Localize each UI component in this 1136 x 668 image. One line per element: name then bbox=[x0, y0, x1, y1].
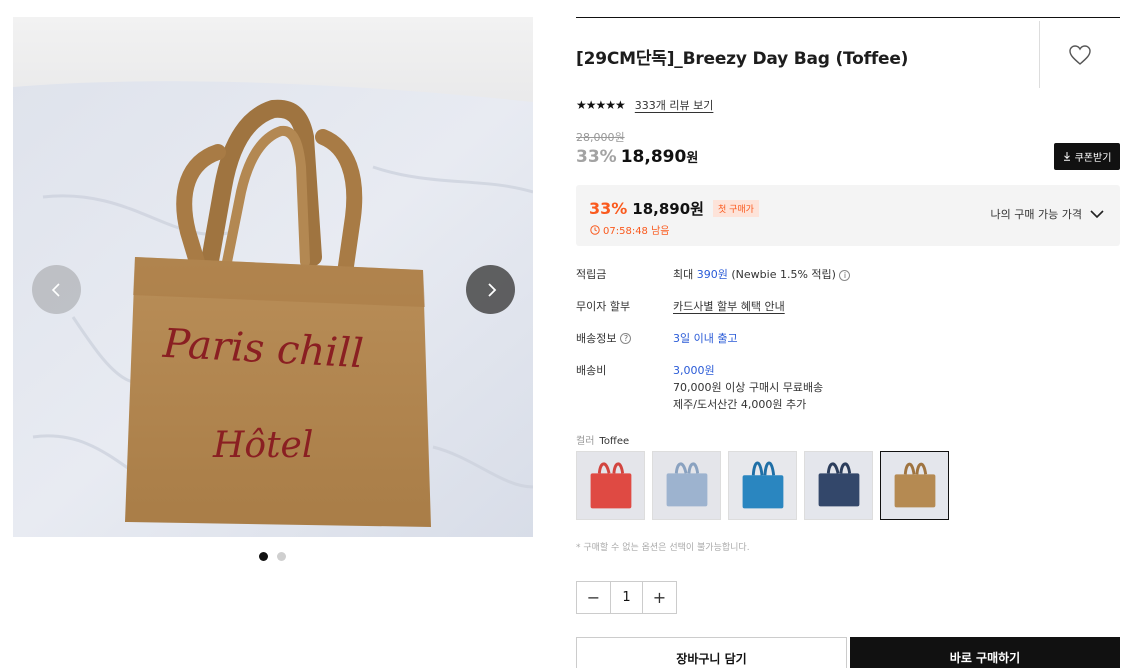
heart-icon bbox=[1069, 44, 1091, 65]
island-shipping-note: 제주/도서산간 4,000원 추가 bbox=[673, 398, 807, 411]
points-label: 적립금 bbox=[576, 268, 607, 281]
shipping-fee-label: 배송비 bbox=[576, 364, 607, 377]
chevron-left-icon bbox=[51, 282, 60, 297]
points-suffix: (Newbie 1.5% 적립) bbox=[727, 268, 836, 281]
shipping-info-label: 배송정보 bbox=[576, 332, 617, 345]
pagination-dot-1[interactable] bbox=[259, 552, 268, 561]
installment-link[interactable]: 카드사별 할부 혜택 안내 bbox=[673, 298, 785, 315]
prev-image-button[interactable] bbox=[32, 265, 81, 314]
pagination-dot-2[interactable] bbox=[277, 552, 286, 561]
color-swatch-toffee[interactable] bbox=[880, 451, 949, 520]
points-prefix: 최대 bbox=[673, 268, 697, 281]
product-title: [29CM단독]_Breezy Day Bag (Toffee) bbox=[576, 49, 909, 69]
first-purchase-value: 18,890원 bbox=[632, 200, 704, 218]
quantity-plus-button[interactable]: + bbox=[643, 582, 676, 613]
coupon-button[interactable]: 쿠폰받기 bbox=[1054, 143, 1120, 170]
star-rating: ★★★★★ bbox=[576, 98, 626, 112]
info-icon[interactable]: i bbox=[839, 270, 851, 281]
first-purchase-discount: 33% bbox=[589, 199, 628, 218]
color-swatch-navy[interactable] bbox=[804, 451, 873, 520]
quantity-value[interactable]: 1 bbox=[610, 582, 643, 613]
svg-text:Hôtel: Hôtel bbox=[212, 425, 313, 466]
add-to-cart-button[interactable]: 장바구니 담기 bbox=[576, 637, 847, 668]
first-purchase-tag: 첫 구매가 bbox=[712, 200, 759, 217]
chevron-down-icon bbox=[1090, 209, 1104, 218]
product-image-gallery: Paris chill Hôtel bbox=[13, 17, 533, 537]
countdown-timer: 07:58:48 남음 bbox=[590, 222, 670, 237]
review-link[interactable]: 333개 리뷰 보기 bbox=[635, 97, 714, 113]
color-swatches bbox=[576, 451, 949, 520]
rating: ★★★★★ 333개 리뷰 보기 bbox=[576, 97, 713, 113]
gallery-pagination bbox=[259, 552, 286, 561]
quantity-minus-button[interactable]: − bbox=[577, 582, 610, 613]
points-value: 최대 390원 (Newbie 1.5% 적립) i bbox=[673, 266, 851, 283]
buy-now-button[interactable]: 바로 구매하기 bbox=[850, 637, 1120, 668]
product-photo: Paris chill Hôtel bbox=[13, 17, 533, 537]
color-swatch-light-blue[interactable] bbox=[652, 451, 721, 520]
clock-icon bbox=[590, 224, 600, 235]
my-price-toggle[interactable]: 나의 구매 가능 가격 bbox=[991, 206, 1104, 222]
product-info: [29CM단독]_Breezy Day Bag (Toffee) ★★★★★ 3… bbox=[576, 17, 1120, 668]
quantity-stepper: − 1 + bbox=[576, 581, 677, 614]
color-option-label: 컬러 Toffee bbox=[576, 432, 629, 447]
currency-unit: 원 bbox=[686, 151, 699, 166]
chevron-right-icon bbox=[487, 282, 496, 297]
first-purchase-box: 33% 18,890원 첫 구매가 07:58:48 남음 나의 구매 가능 가… bbox=[576, 185, 1120, 246]
original-price: 28,000원 bbox=[576, 131, 625, 144]
first-purchase-price: 33% 18,890원 첫 구매가 bbox=[589, 198, 759, 219]
like-button[interactable] bbox=[1039, 21, 1120, 88]
shipping-info-value: 3일 이내 출고 bbox=[673, 332, 738, 345]
price-row: 33% 18,890원 bbox=[576, 147, 698, 167]
shipping-fee-value: 3,000원 bbox=[673, 364, 715, 377]
option-notice: * 구매할 수 없는 옵션은 선택이 불가능합니다. bbox=[576, 543, 750, 553]
color-label: 컬러 bbox=[576, 436, 595, 447]
selected-color: Toffee bbox=[599, 436, 630, 447]
shipping-info-label-wrap: 배송정보 ? bbox=[576, 330, 632, 346]
download-icon bbox=[1063, 152, 1070, 161]
color-swatch-blue[interactable] bbox=[728, 451, 797, 520]
next-image-button[interactable] bbox=[466, 265, 515, 314]
free-shipping-note: 70,000원 이상 구매시 무료배송 bbox=[673, 381, 824, 394]
sale-price-value: 18,890 bbox=[620, 147, 687, 167]
help-icon[interactable]: ? bbox=[620, 332, 632, 344]
sale-price: 18,890원 bbox=[621, 147, 699, 167]
countdown-text: 07:58:48 남음 bbox=[603, 226, 670, 237]
color-swatch-red[interactable] bbox=[576, 451, 645, 520]
installment-label: 무이자 할부 bbox=[576, 300, 631, 313]
discount-rate: 33% bbox=[576, 147, 617, 167]
shipping-fee-details: 3,000원 70,000원 이상 구매시 무료배송 제주/도서산간 4,000… bbox=[673, 362, 823, 413]
title-row: [29CM단독]_Breezy Day Bag (Toffee) bbox=[576, 18, 1120, 88]
points-amount: 390원 bbox=[696, 268, 728, 281]
coupon-button-label: 쿠폰받기 bbox=[1074, 153, 1112, 164]
my-price-label: 나의 구매 가능 가격 bbox=[990, 208, 1082, 221]
product-page: Paris chill Hôtel [29CM단독]_Breezy Day Ba… bbox=[0, 0, 1136, 668]
